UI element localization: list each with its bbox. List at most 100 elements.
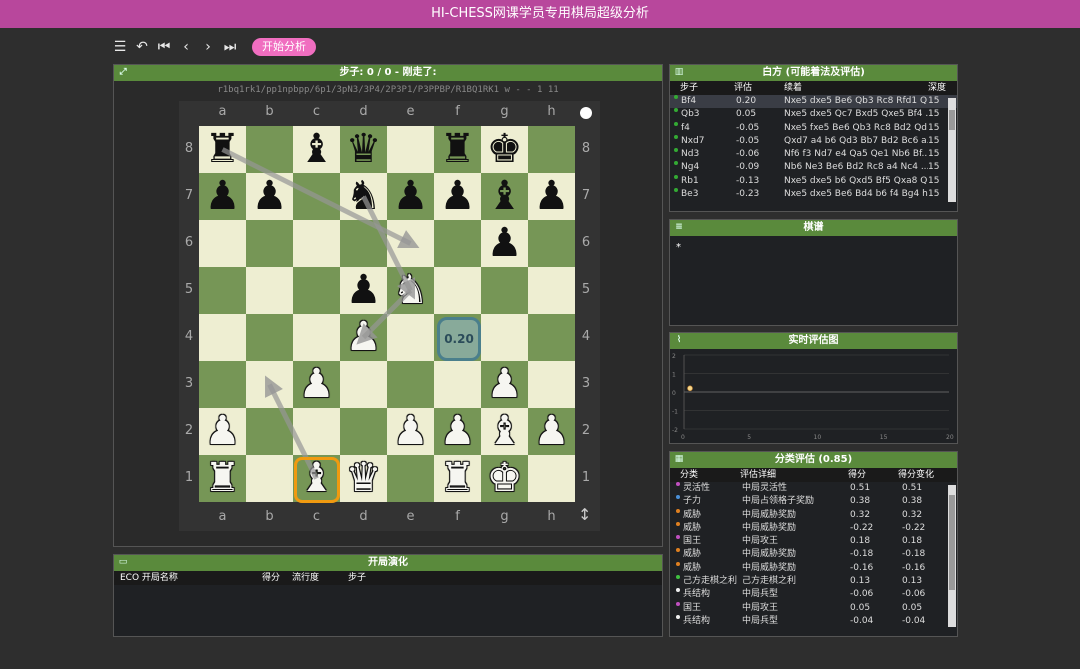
category-row[interactable]: 灵活性 中局灵活性 0.51 0.51: [670, 482, 957, 495]
graph-point[interactable]: [687, 385, 693, 392]
piece-g2[interactable]: ♝: [481, 408, 528, 455]
category-row[interactable]: 威胁 中局威胁奖励 -0.18 -0.18: [670, 548, 957, 561]
square-b5[interactable]: [246, 267, 293, 314]
piece-f2[interactable]: ♟: [434, 408, 481, 455]
first-move-icon[interactable]: ⏮: [156, 38, 172, 56]
piece-d7[interactable]: ♞: [340, 173, 387, 220]
category-row[interactable]: 国王 中局攻王 0.18 0.18: [670, 535, 957, 548]
square-a5[interactable]: [199, 267, 246, 314]
square-b1[interactable]: [246, 455, 293, 502]
category-scrollbar[interactable]: [948, 485, 956, 627]
category-row[interactable]: 己方走棋之利 己方走棋之利 0.13 0.13: [670, 575, 957, 588]
category-row[interactable]: 威胁 中局威胁奖励 -0.16 -0.16: [670, 561, 957, 575]
white-move-row[interactable]: Rb1 -0.13 Nxe5 dxe5 b6 Qxd5 Bf5 Qxa8 Q... 1…: [670, 174, 957, 188]
square-a3[interactable]: [199, 361, 246, 408]
piece-g8[interactable]: ♚: [481, 126, 528, 173]
square-h8[interactable]: [528, 126, 575, 173]
piece-g7[interactable]: ♝: [481, 173, 528, 220]
category-row[interactable]: 兵结构 中局兵型 -0.04 -0.04: [670, 614, 957, 628]
square-b2[interactable]: [246, 408, 293, 455]
square-e4[interactable]: [387, 314, 434, 361]
menu-icon[interactable]: ☰: [112, 38, 128, 56]
category-cell-detail: 中局兵型: [742, 615, 779, 626]
piece-c8[interactable]: ♝: [293, 126, 340, 173]
piece-e5[interactable]: ♞: [387, 267, 434, 314]
white-move-row[interactable]: Ng4 -0.09 Nb6 Ne3 Be6 Bd2 Rc8 a4 Nc4 ... 15: [670, 161, 957, 174]
rank-label-2-left: 2: [184, 423, 194, 438]
piece-h2[interactable]: ♟: [528, 408, 575, 455]
piece-f1[interactable]: ♜: [434, 455, 481, 502]
square-c6[interactable]: [293, 220, 340, 267]
piece-g1[interactable]: ♚: [481, 455, 528, 502]
chess-board[interactable]: ♜ ♝ ♛ ♜ ♚ ♟ ♟ ♞ ♟ ♟ ♝ ♟ ♟ ♟ ♞ ♟ ♟ ♟ ♟ ♟ ♟ ♝ ♟ ♜ ♝ ♛ ♜ ♚: [199, 126, 575, 502]
white-move-row[interactable]: Nd3 -0.06 Nf6 f3 Nd7 e4 Qa5 Qe1 Nb6 Bf... 1…: [670, 148, 957, 161]
flip-board-icon[interactable]: ↕: [578, 505, 591, 524]
category-row[interactable]: 威胁 中局威胁奖励 -0.22 -0.22: [670, 521, 957, 535]
piece-a2[interactable]: ♟: [199, 408, 246, 455]
piece-f7[interactable]: ♟: [434, 173, 481, 220]
square-h1[interactable]: [528, 455, 575, 502]
category-row[interactable]: 威胁 中局威胁奖励 0.32 0.32: [670, 508, 957, 522]
square-e1[interactable]: [387, 455, 434, 502]
piece-d8[interactable]: ♛: [340, 126, 387, 173]
square-e6[interactable]: [387, 220, 434, 267]
piece-a1[interactable]: ♜: [199, 455, 246, 502]
last-move-icon[interactable]: ⏭: [222, 38, 238, 56]
square-c2[interactable]: [293, 408, 340, 455]
square-b4[interactable]: [246, 314, 293, 361]
prev-move-icon[interactable]: ‹: [178, 38, 194, 56]
square-c7[interactable]: [293, 173, 340, 220]
square-h4[interactable]: [528, 314, 575, 361]
piece-d5[interactable]: ♟: [340, 267, 387, 314]
square-b3[interactable]: [246, 361, 293, 408]
start-analysis-button[interactable]: 开始分析: [252, 38, 316, 56]
piece-d1[interactable]: ♛: [340, 455, 387, 502]
white-scroll-thumb[interactable]: [949, 110, 955, 130]
piece-a7[interactable]: ♟: [199, 173, 246, 220]
square-b8[interactable]: [246, 126, 293, 173]
square-e8[interactable]: [387, 126, 434, 173]
white-move-row[interactable]: Qb3 0.05 Nxe5 dxe5 Qc7 Bxd5 Qxe5 Bf4 ... 15: [670, 108, 957, 121]
square-a6[interactable]: [199, 220, 246, 267]
fen-string[interactable]: r1bq1rk1/pp1npbpp/6p1/3pN3/3P4/2P3P1/P3P…: [114, 85, 662, 95]
piece-d4[interactable]: ♟: [340, 314, 387, 361]
square-h3[interactable]: [528, 361, 575, 408]
square-b6[interactable]: [246, 220, 293, 267]
white-move-row[interactable]: Bf4 0.20 Nxe5 dxe5 Be6 Qb3 Rc8 Rfd1 Q... 15: [670, 95, 957, 109]
expand-icon[interactable]: ⤢: [118, 67, 128, 77]
piece-f8[interactable]: ♜: [434, 126, 481, 173]
category-row[interactable]: 国王 中局攻王 0.05 0.05: [670, 601, 957, 615]
square-a4[interactable]: [199, 314, 246, 361]
white-scrollbar[interactable]: [948, 98, 956, 202]
piece-e7[interactable]: ♟: [387, 173, 434, 220]
square-f5[interactable]: [434, 267, 481, 314]
square-d6[interactable]: [340, 220, 387, 267]
white-move-row[interactable]: Nxd7 -0.05 Qxd7 a4 b6 Qd3 Bb7 Bd2 Bc6 a...…: [670, 134, 957, 148]
square-e3[interactable]: [387, 361, 434, 408]
square-h5[interactable]: [528, 267, 575, 314]
undo-icon[interactable]: ↶: [134, 38, 150, 56]
next-move-icon[interactable]: ›: [200, 38, 216, 56]
piece-a8[interactable]: ♜: [199, 126, 246, 173]
category-row[interactable]: 子力 中局占领格子奖励 0.38 0.38: [670, 495, 957, 508]
square-g4[interactable]: [481, 314, 528, 361]
eval-graph[interactable]: 210-1-20 5 10 15 20: [670, 349, 957, 443]
piece-g6[interactable]: ♟: [481, 220, 528, 267]
white-move-row[interactable]: f4 -0.05 Nxe5 fxe5 Be6 Qb3 Rc8 Bd2 Qd... 15: [670, 121, 957, 135]
square-c4[interactable]: [293, 314, 340, 361]
square-f6[interactable]: [434, 220, 481, 267]
square-d2[interactable]: [340, 408, 387, 455]
piece-g3[interactable]: ♟: [481, 361, 528, 408]
piece-c3[interactable]: ♟: [293, 361, 340, 408]
piece-h7[interactable]: ♟: [528, 173, 575, 220]
white-move-row[interactable]: Be3 -0.23 Nxe5 dxe5 Be6 Bd4 b6 f4 Bg4 h...…: [670, 188, 957, 201]
piece-b7[interactable]: ♟: [246, 173, 293, 220]
category-row[interactable]: 兵结构 中局兵型 -0.06 -0.06: [670, 588, 957, 601]
square-f3[interactable]: [434, 361, 481, 408]
square-g5[interactable]: [481, 267, 528, 314]
square-h6[interactable]: [528, 220, 575, 267]
piece-e2[interactable]: ♟: [387, 408, 434, 455]
square-d3[interactable]: [340, 361, 387, 408]
square-c5[interactable]: [293, 267, 340, 314]
category-scroll-thumb[interactable]: [949, 495, 955, 590]
